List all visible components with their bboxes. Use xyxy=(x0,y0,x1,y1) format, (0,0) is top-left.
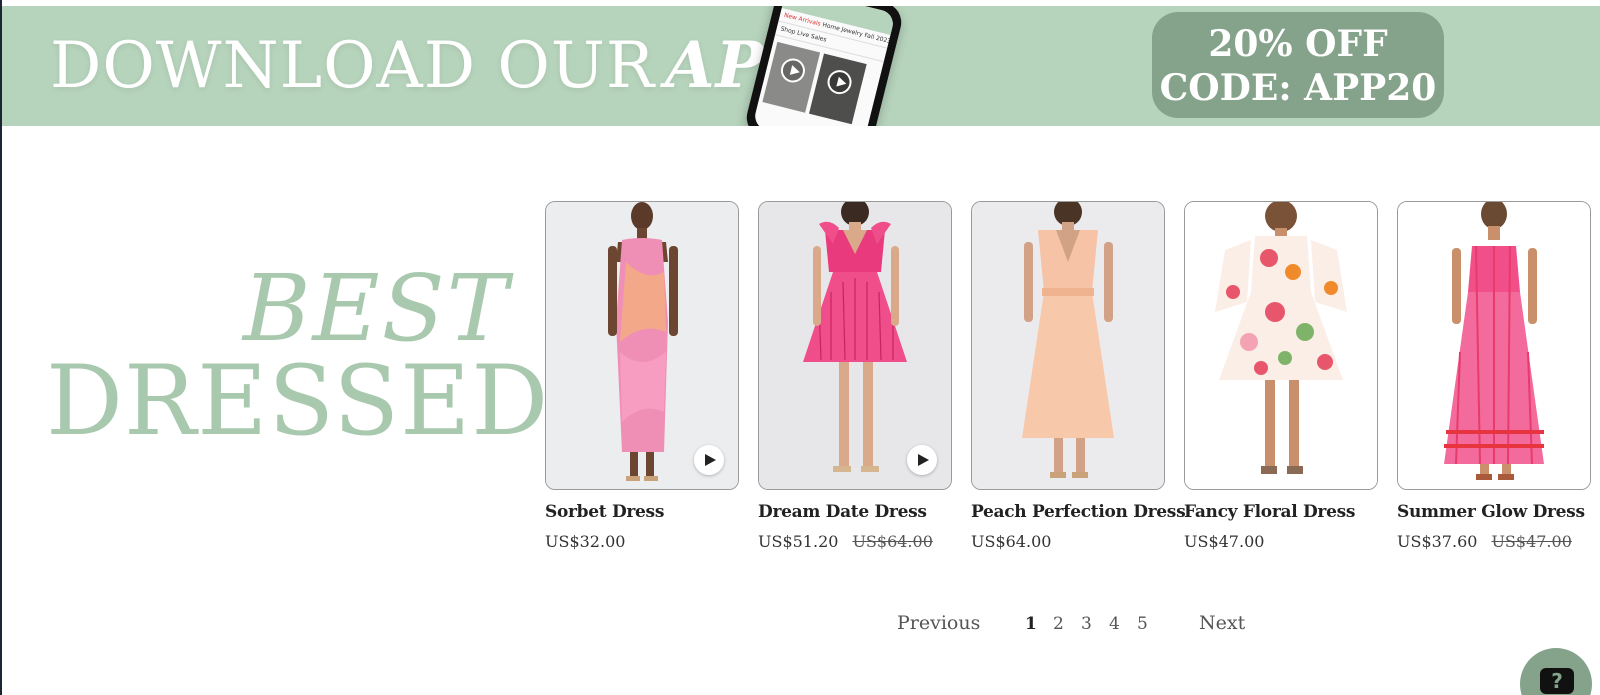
product-card[interactable]: Sorbet Dress US$32.00 xyxy=(545,201,739,551)
dress-illustration xyxy=(1398,202,1590,489)
product-name[interactable]: Peach Perfection Dress xyxy=(971,502,1186,522)
play-video-button[interactable] xyxy=(694,445,724,475)
dress-illustration xyxy=(972,202,1164,489)
page-link-5[interactable]: 5 xyxy=(1137,614,1148,634)
promo-discount: 20% OFF xyxy=(1208,23,1388,65)
product-name[interactable]: Dream Date Dress xyxy=(758,502,952,522)
product-image[interactable] xyxy=(545,201,739,490)
chat-help-icon: ? xyxy=(1540,668,1574,694)
page-link-3[interactable]: 3 xyxy=(1081,614,1092,634)
product-price: US$51.20 xyxy=(758,532,839,551)
product-card[interactable]: Peach Perfection Dress US$64.00 xyxy=(971,201,1186,551)
product-name[interactable]: Sorbet Dress xyxy=(545,502,739,522)
product-card[interactable]: Dream Date Dress US$51.20 US$64.00 xyxy=(758,201,952,551)
promo-code-badge: 20% OFF CODE: APP20 xyxy=(1152,12,1444,118)
product-card[interactable]: Fancy Floral Dress US$47.00 xyxy=(1184,201,1378,551)
product-image[interactable] xyxy=(1397,201,1591,490)
banner-title-main: DOWNLOAD OUR xyxy=(50,29,655,103)
product-price-row: US$51.20 US$64.00 xyxy=(758,532,952,551)
product-compare-price: US$64.00 xyxy=(852,532,933,551)
product-carousel: Sorbet Dress US$32.00 Dream Date Dress U… xyxy=(545,201,1600,561)
play-icon xyxy=(778,55,808,86)
product-card[interactable]: Summer Glow Dress US$37.60 US$47.00 xyxy=(1397,201,1591,551)
product-price: US$47.00 xyxy=(1184,532,1265,551)
phone-nav-item: Jewelry xyxy=(840,26,864,39)
section-title-dressed: DRESSED xyxy=(46,345,550,457)
product-price-row: US$64.00 xyxy=(971,532,1165,551)
app-download-banner[interactable]: DOWNLOAD OUR APP New Arrivals Home Jewelr… xyxy=(2,6,1600,126)
product-price-row: US$32.00 xyxy=(545,532,739,551)
banner-title: DOWNLOAD OUR APP xyxy=(50,28,814,103)
phone-video-tile xyxy=(808,53,867,125)
product-image[interactable] xyxy=(971,201,1165,490)
dress-illustration xyxy=(1185,202,1377,489)
play-icon xyxy=(824,67,855,97)
product-price: US$32.00 xyxy=(545,532,626,551)
page-link-2[interactable]: 2 xyxy=(1053,614,1064,634)
phone-nav-item: Home xyxy=(821,21,841,33)
product-price: US$64.00 xyxy=(971,532,1052,551)
play-video-button[interactable] xyxy=(907,445,937,475)
product-image[interactable] xyxy=(758,201,952,490)
product-compare-price: US$47.00 xyxy=(1491,532,1572,551)
product-image[interactable] xyxy=(1184,201,1378,490)
previous-page-link[interactable]: Previous xyxy=(897,612,980,634)
chat-widget-button[interactable]: ? xyxy=(1520,648,1592,695)
product-price-row: US$47.00 xyxy=(1184,532,1378,551)
phone-mockup-image: New Arrivals Home Jewelry Fall 2023 Shop… xyxy=(742,6,906,126)
product-price-row: US$37.60 US$47.00 xyxy=(1397,532,1591,551)
product-name[interactable]: Fancy Floral Dress xyxy=(1184,502,1378,522)
promo-code: CODE: APP20 xyxy=(1159,67,1437,109)
product-price: US$37.60 xyxy=(1397,532,1478,551)
page-link-1[interactable]: 1 xyxy=(1025,614,1037,634)
page-link-4[interactable]: 4 xyxy=(1109,614,1120,634)
phone-screen: New Arrivals Home Jewelry Fall 2023 Shop… xyxy=(752,6,896,126)
product-name[interactable]: Summer Glow Dress xyxy=(1397,502,1591,522)
next-page-link[interactable]: Next xyxy=(1199,612,1245,634)
